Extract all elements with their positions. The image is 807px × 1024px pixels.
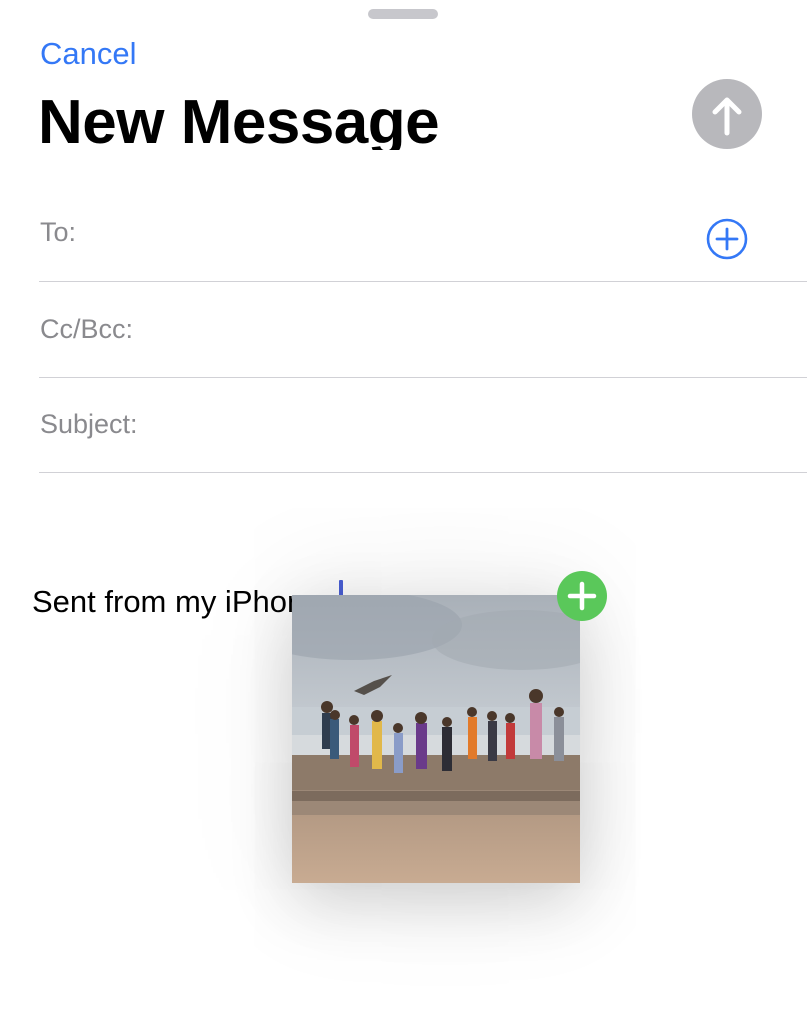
send-button[interactable] xyxy=(692,79,762,149)
cancel-button[interactable]: Cancel xyxy=(40,36,137,72)
add-badge xyxy=(557,571,607,621)
cc-bcc-field[interactable]: Cc/Bcc: xyxy=(39,282,807,378)
to-field[interactable]: To: xyxy=(39,186,807,282)
page-title: New Message xyxy=(38,88,440,150)
dragged-photo[interactable] xyxy=(292,595,580,883)
subject-label: Subject: xyxy=(40,409,138,439)
to-label: To: xyxy=(40,217,77,247)
compose-sheet: Cancel New Message To: Cc/Bcc: Subject: … xyxy=(0,0,807,1024)
add-contact-button[interactable] xyxy=(705,217,749,261)
plus-icon xyxy=(567,581,597,611)
cc-bcc-label: Cc/Bcc: xyxy=(40,314,134,344)
arrow-up-icon xyxy=(712,97,742,136)
photo-thumbnail xyxy=(292,595,580,883)
message-body-signature[interactable]: Sent from my iPhone xyxy=(32,584,321,620)
plus-circle-icon xyxy=(706,218,748,260)
title-area: New Message xyxy=(0,85,807,150)
sheet-grabber[interactable] xyxy=(368,9,438,19)
subject-field[interactable]: Subject: xyxy=(39,377,807,473)
